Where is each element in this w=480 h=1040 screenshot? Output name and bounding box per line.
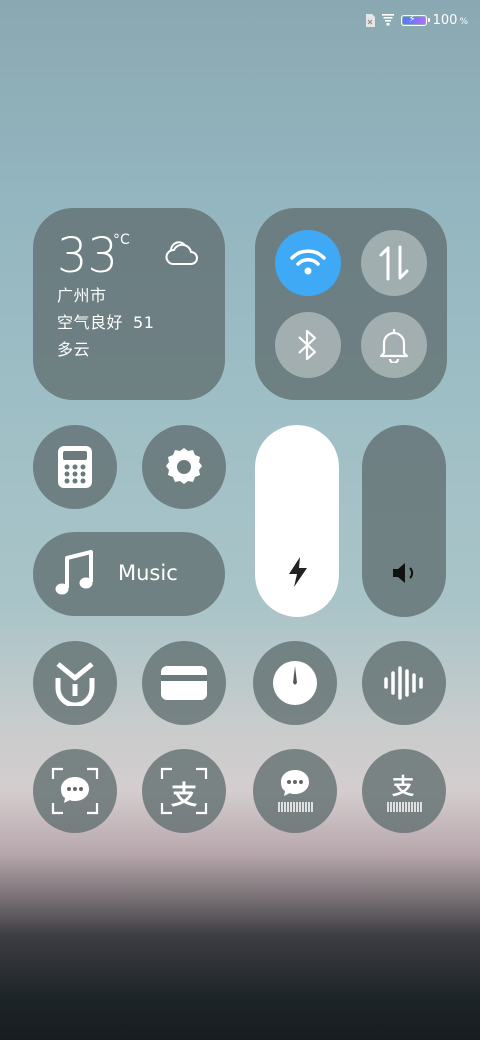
alipay-glyph-small: 支: [392, 775, 415, 800]
alipay-pay-code-button[interactable]: 支: [362, 749, 446, 833]
calculator-icon: [58, 446, 92, 488]
wechat-pay-code-button[interactable]: [253, 749, 337, 833]
battery-icon: ⚡: [400, 14, 430, 26]
no-sim-icon: [365, 13, 375, 27]
card-icon: [161, 666, 207, 700]
compass-button[interactable]: [253, 641, 337, 725]
mi-home-icon: [55, 662, 95, 706]
sound-wave-icon: [384, 666, 423, 700]
alipay-scan-button[interactable]: 支: [142, 749, 226, 833]
speaker-icon: [393, 563, 414, 583]
battery-percent: 100%: [432, 12, 468, 28]
wifi-signal-icon: [381, 14, 394, 26]
bluetooth-toggle[interactable]: [275, 312, 341, 378]
ring-toggle[interactable]: [361, 312, 427, 378]
bluetooth-icon: [298, 329, 317, 361]
weather-card[interactable]: 33 °C 广州市 空气良好 51 多云: [33, 208, 225, 400]
settings-button[interactable]: [142, 425, 226, 509]
settings-gear-icon: [166, 448, 202, 484]
volume-slider[interactable]: [362, 425, 446, 617]
wechat-scan-button[interactable]: [33, 749, 117, 833]
temperature: 33: [57, 228, 119, 284]
cloud-icon: [165, 241, 198, 265]
wechat-pay-code-icon: [278, 770, 313, 812]
music-note-icon: [55, 550, 93, 595]
mi-home-button[interactable]: [33, 641, 117, 725]
wifi-icon: [290, 249, 326, 275]
wechat-scan-icon: [51, 767, 99, 815]
air-quality-label: 空气良好 51: [57, 313, 155, 332]
condition-label: 多云: [57, 340, 91, 359]
music-label: Music: [118, 561, 178, 585]
temperature-unit: °C: [113, 232, 130, 248]
compass-icon: [273, 661, 317, 705]
flash-icon: [289, 557, 307, 587]
calculator-button[interactable]: [33, 425, 117, 509]
brightness-fill: [255, 425, 339, 617]
brightness-slider[interactable]: [255, 425, 339, 617]
alipay-glyph: 支: [171, 781, 198, 811]
status-bar: ⚡ 100%: [365, 10, 468, 30]
bell-icon: [379, 329, 409, 363]
connectivity-card: [255, 208, 447, 400]
data-arrows-icon: [379, 245, 409, 281]
music-widget[interactable]: Music: [33, 532, 225, 616]
sound-recorder-button[interactable]: [362, 641, 446, 725]
mobile-data-toggle[interactable]: [361, 230, 427, 296]
card-button[interactable]: [142, 641, 226, 725]
city-label: 广州市: [57, 286, 107, 305]
wifi-toggle[interactable]: [275, 230, 341, 296]
